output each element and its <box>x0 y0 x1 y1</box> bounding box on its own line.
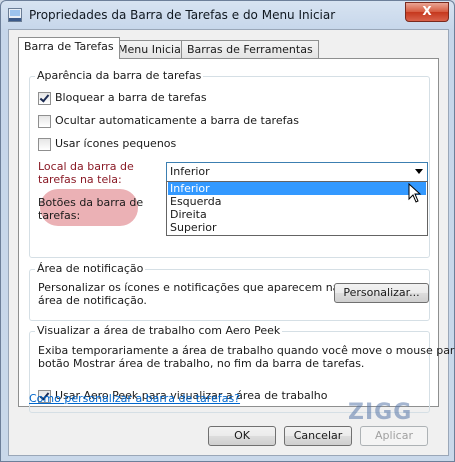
small-icons-label: Usar ícones pequenos <box>55 137 177 150</box>
location-option-inferior[interactable]: Inferior <box>168 182 426 195</box>
small-icons-checkbox[interactable] <box>38 138 51 151</box>
tab-start-menu[interactable]: Menu Iniciar <box>112 40 192 59</box>
taskbar-buttons-label-line2: tarefas: <box>38 209 81 222</box>
aero-peek-text-line1: Exiba temporariamente a área de trabalho… <box>38 344 455 357</box>
appearance-group-title: Aparência da barra de tarefas <box>35 69 204 82</box>
zigg-watermark: ZIGG <box>348 400 413 425</box>
notification-text-line2: área de notificação. <box>38 294 147 307</box>
window-title: Propriedades da Barra de Tarefas e do Me… <box>29 8 336 22</box>
ok-button[interactable]: OK <box>208 426 276 446</box>
mouse-cursor-icon <box>408 183 422 203</box>
aero-peek-text-line2: botão Mostrar área de trabalho, no fim d… <box>38 357 365 370</box>
location-option-superior[interactable]: Superior <box>168 221 426 234</box>
aero-peek-group-title: Visualizar a área de trabalho com Aero P… <box>35 324 283 337</box>
dialog-body: Barra de Tarefas Menu Iniciar Barras de … <box>8 29 455 456</box>
autohide-label: Ocultar automaticamente a barra de taref… <box>55 114 299 127</box>
lock-taskbar-label: Bloquear a barra de tarefas <box>55 91 207 104</box>
lock-taskbar-checkbox[interactable] <box>38 92 51 105</box>
location-option-direita[interactable]: Direita <box>168 208 426 221</box>
taskbar-properties-window: Propriedades da Barra de Tarefas e do Me… <box>0 0 455 462</box>
customize-button[interactable]: Personalizar... <box>334 283 429 303</box>
location-label-line2: tarefas na tela: <box>38 173 122 186</box>
help-link[interactable]: Como personalizar a barra de tarefas? <box>29 392 240 405</box>
taskbar-location-dropdown: Inferior Esquerda Direita Superior <box>166 181 428 236</box>
notification-text-line1: Personalizar os ícones e notificações qu… <box>38 281 340 294</box>
tab-toolbars[interactable]: Barras de Ferramentas <box>181 40 319 59</box>
chevron-down-icon[interactable] <box>415 169 423 174</box>
taskbar-location-select[interactable]: Inferior <box>166 162 428 182</box>
notification-group-title: Área de notificação <box>35 262 146 275</box>
location-label-line1: Local da barra de <box>38 160 134 173</box>
close-button[interactable]: X <box>405 2 449 22</box>
autohide-checkbox[interactable] <box>38 115 51 128</box>
cancel-button[interactable]: Cancelar <box>284 426 352 446</box>
title-bar: Propriedades da Barra de Tarefas e do Me… <box>1 1 454 29</box>
taskbar-location-value: Inferior <box>170 165 210 178</box>
apply-button[interactable]: Aplicar <box>360 426 428 446</box>
taskbar-properties-icon <box>8 8 22 22</box>
location-option-esquerda[interactable]: Esquerda <box>168 195 426 208</box>
taskbar-buttons-label-line1: Botões da barra de <box>38 196 144 209</box>
tab-taskbar[interactable]: Barra de Tarefas <box>18 37 120 59</box>
